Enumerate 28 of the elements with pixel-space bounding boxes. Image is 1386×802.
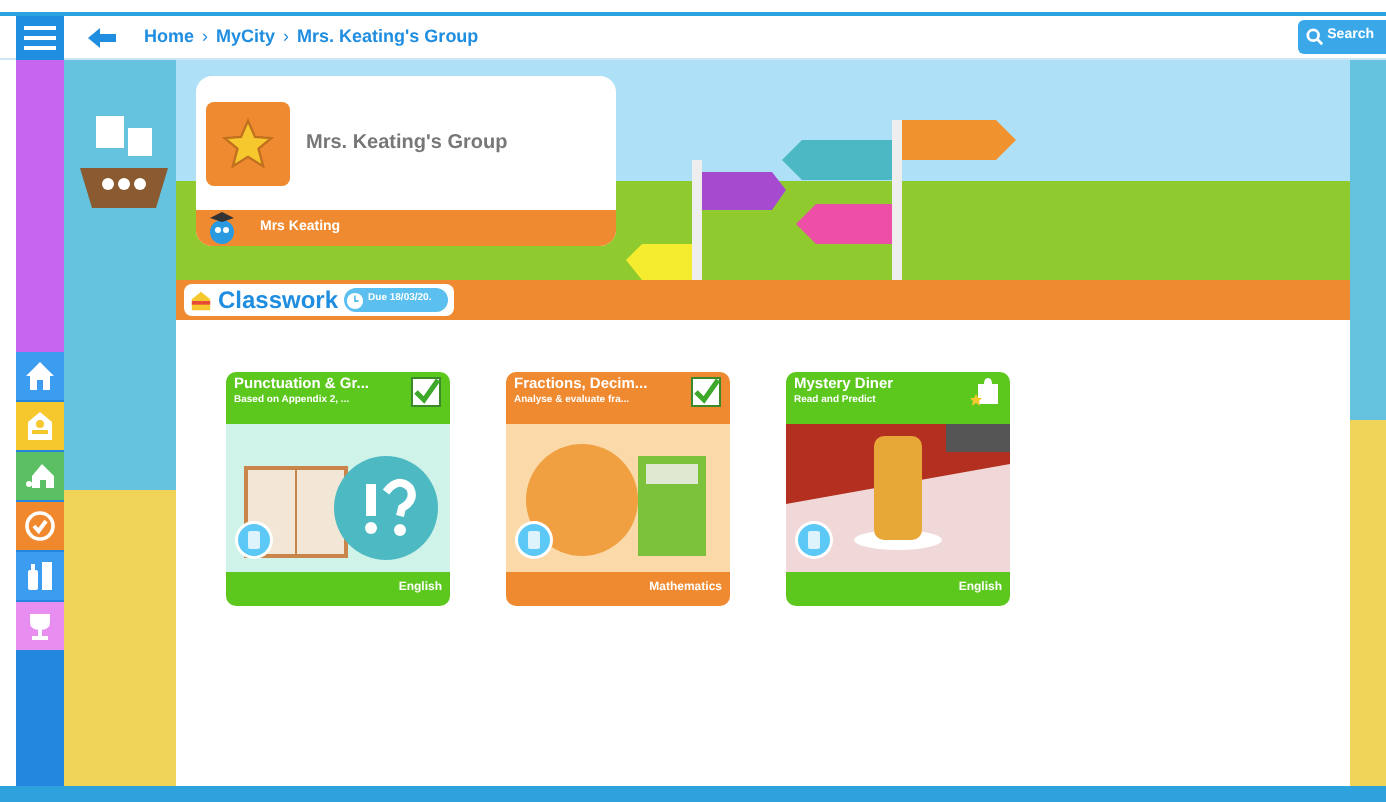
- menu-button[interactable]: [16, 15, 64, 59]
- back-arrow-icon[interactable]: [88, 27, 116, 47]
- check-circle-icon: [24, 510, 56, 542]
- star-icon: [220, 115, 276, 171]
- school-icon: [190, 289, 212, 311]
- nav-button[interactable]: [16, 452, 64, 502]
- breadcrumb-link[interactable]: Mrs. Keating's Group: [297, 23, 479, 51]
- nav-button[interactable]: [16, 352, 64, 402]
- group-name: Mrs. Keating's Group: [306, 130, 508, 158]
- section-title: Classwork: [218, 284, 339, 318]
- search-icon: [1305, 28, 1324, 46]
- nav-button[interactable]: [16, 602, 64, 652]
- breadcrumb-separator: ›: [202, 23, 209, 50]
- clock-icon: [346, 291, 365, 309]
- nav-button[interactable]: [16, 552, 64, 602]
- tablet-icon: [794, 520, 834, 560]
- tablet-icon: [514, 520, 554, 560]
- nav-button[interactable]: [16, 402, 64, 452]
- breadcrumb-link[interactable]: Home: [144, 23, 195, 51]
- home-icon: [24, 360, 56, 392]
- breadcrumb-separator: ›: [283, 23, 290, 50]
- ruler-bottle-icon: [24, 560, 56, 592]
- nav-button[interactable]: [16, 502, 64, 552]
- breadcrumb-link[interactable]: MyCity: [216, 23, 276, 51]
- school-icon: [24, 410, 56, 442]
- tablet-icon: [234, 520, 274, 560]
- house-icon: [24, 460, 56, 492]
- trophy-icon: [24, 610, 56, 642]
